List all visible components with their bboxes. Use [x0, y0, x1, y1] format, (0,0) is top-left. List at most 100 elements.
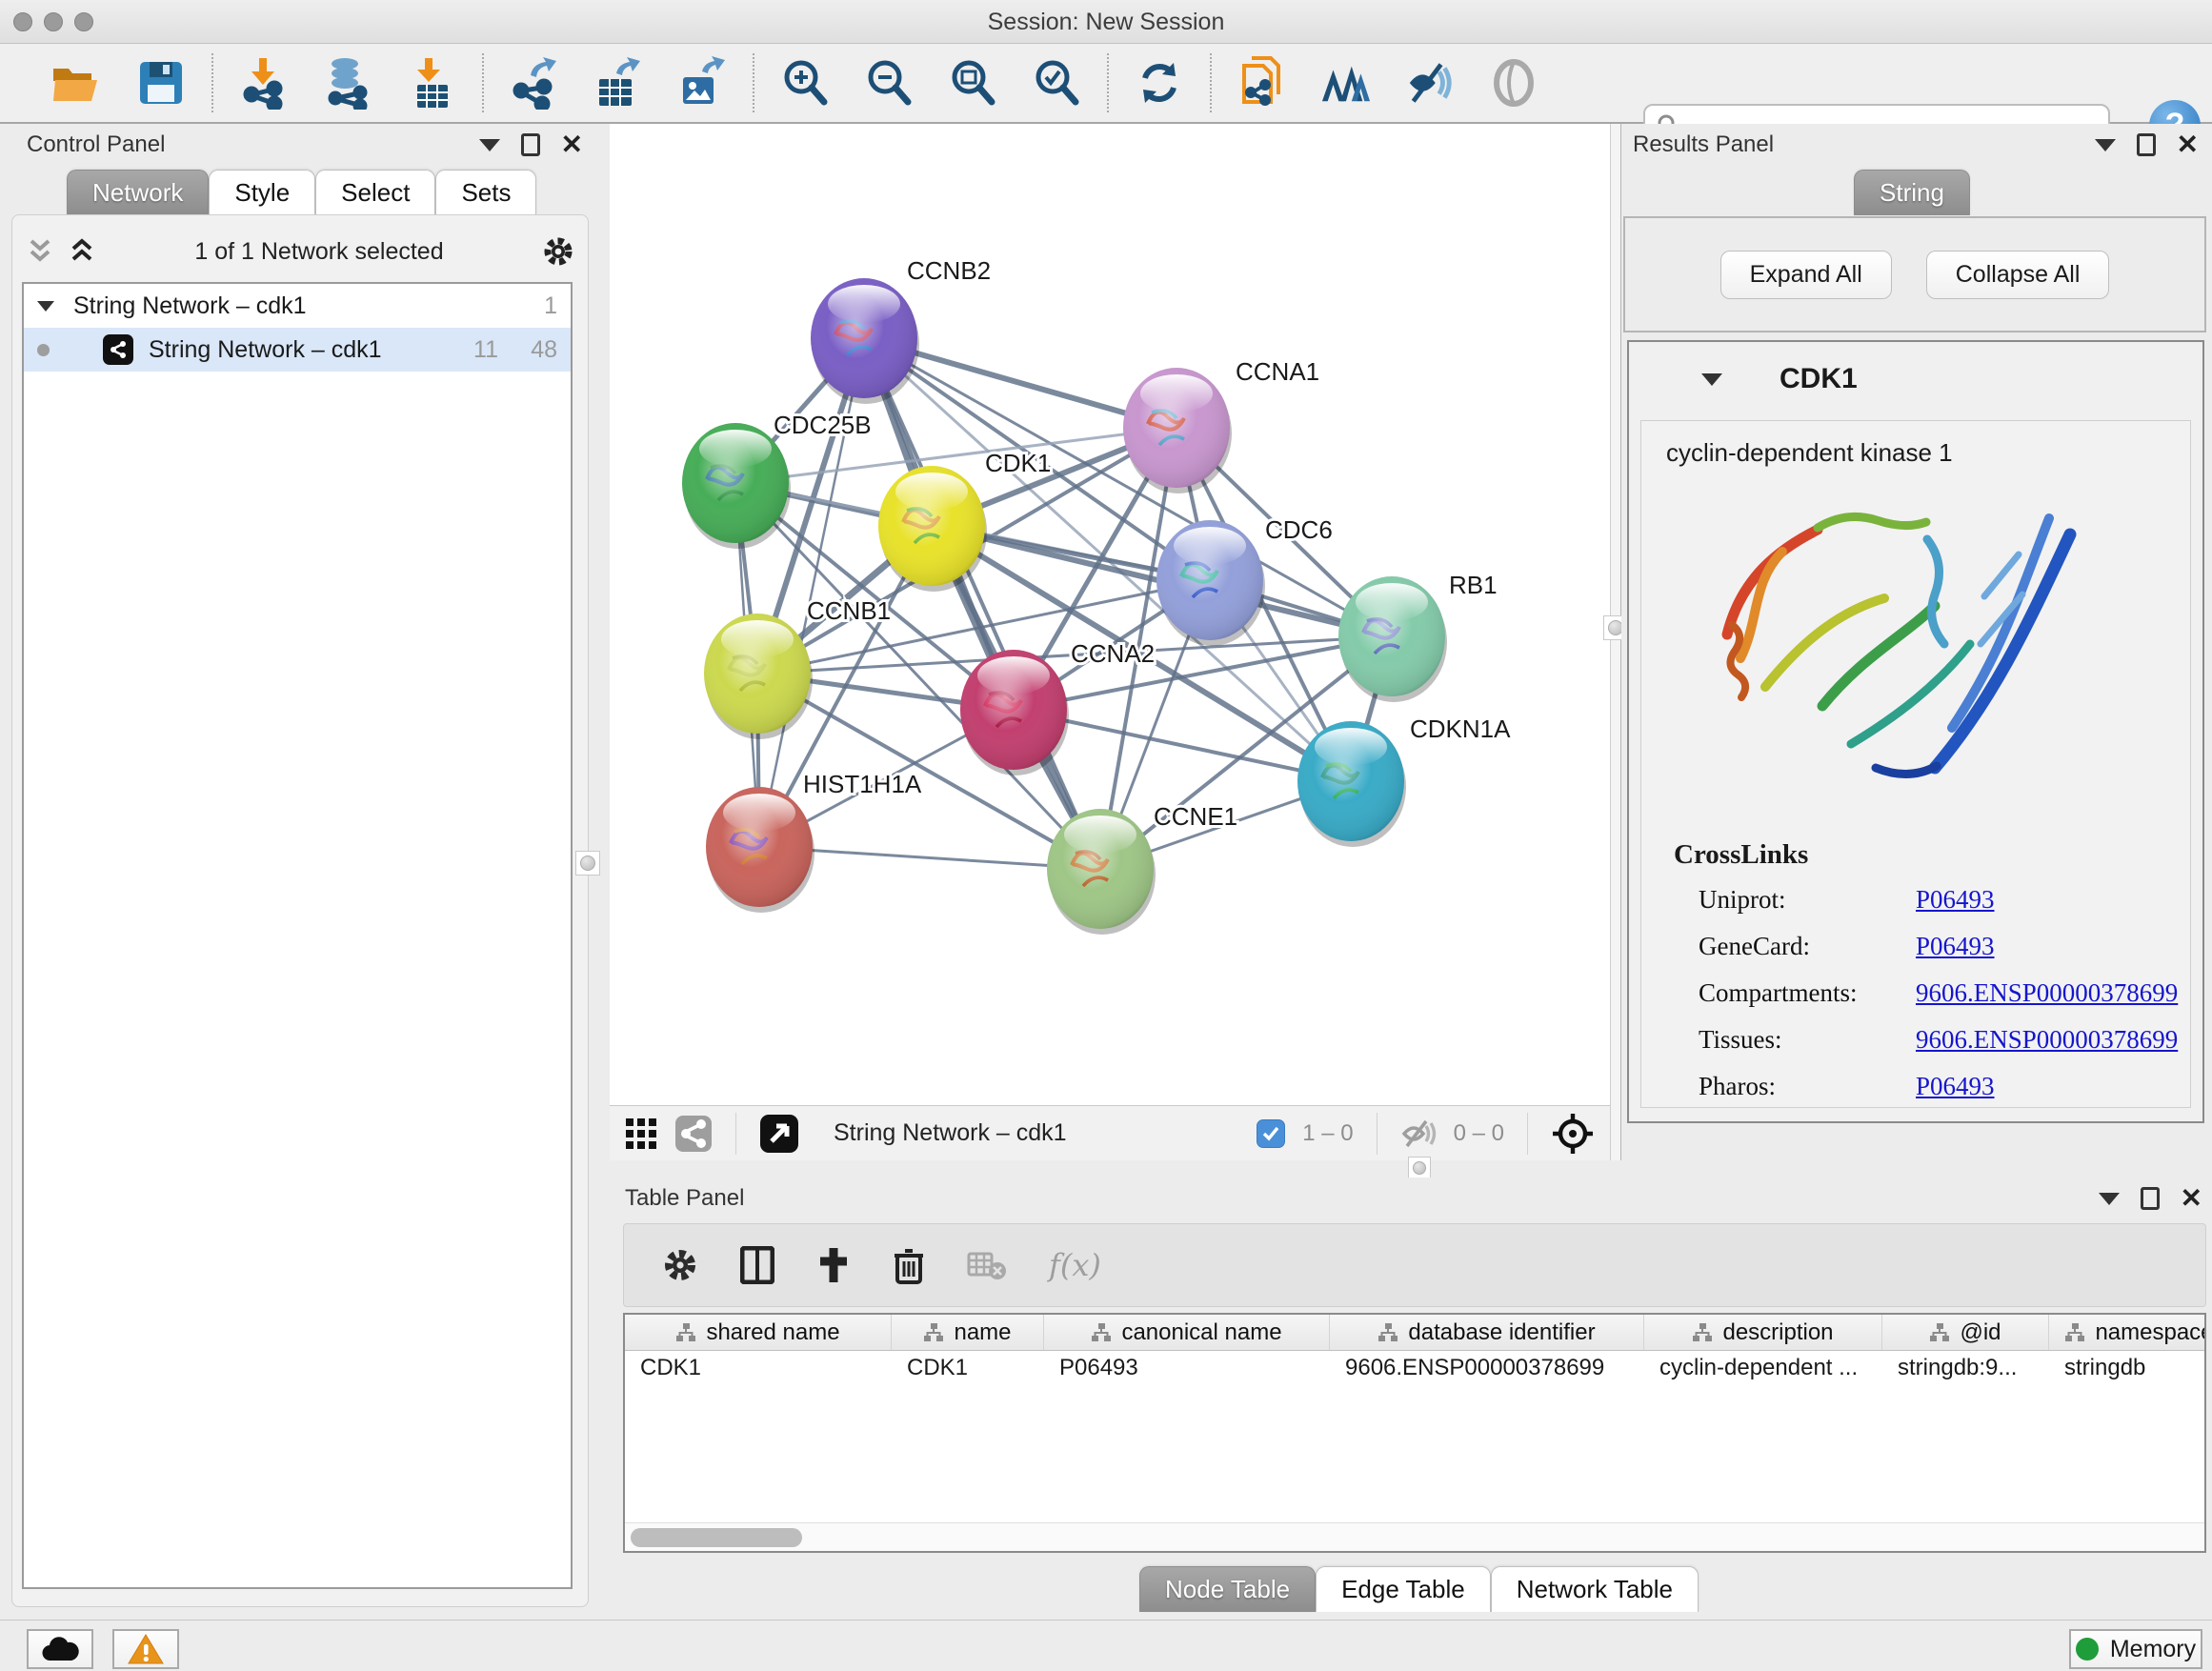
column-header--id[interactable]: @id — [1882, 1315, 2049, 1350]
delete-column-icon[interactable] — [893, 1246, 925, 1284]
show-columns-icon[interactable] — [740, 1246, 774, 1284]
save-session-icon[interactable] — [135, 57, 187, 109]
panel-menu-icon[interactable] — [479, 139, 500, 151]
collection-expand-icon[interactable] — [37, 301, 54, 312]
network-list: String Network – cdk1 1 String Network –… — [22, 282, 573, 1589]
node-HIST1H1A[interactable]: HIST1H1A — [706, 770, 922, 913]
node-CCNA2[interactable]: CCNA2 — [960, 639, 1155, 775]
column-header-database-identifier[interactable]: database identifier — [1330, 1315, 1644, 1350]
network-canvas[interactable]: CCNB2CCNA1CDC25BCDK1CDC6RB1CCNB1CCNA2CDK… — [610, 124, 1610, 1105]
zoom-in-icon[interactable] — [779, 57, 831, 109]
zoom-fit-icon[interactable] — [947, 57, 998, 109]
network-edge-count: 48 — [498, 336, 557, 364]
selected-nodes-checkbox[interactable] — [1257, 1119, 1285, 1148]
hscrollbar-thumb[interactable] — [631, 1528, 802, 1547]
table-hscrollbar[interactable] — [625, 1522, 2204, 1551]
collapse-all-icon[interactable] — [26, 237, 54, 266]
panel-float-icon[interactable] — [2141, 1187, 2160, 1210]
left-splitter-handle[interactable] — [575, 851, 600, 876]
network-row-selected[interactable]: String Network – cdk1 11 48 — [24, 328, 571, 372]
network-name: String Network – cdk1 — [149, 336, 439, 364]
cell-namespace[interactable]: stringdb — [2049, 1355, 2206, 1391]
tab-network[interactable]: Network — [67, 170, 209, 215]
panel-float-icon[interactable] — [521, 133, 540, 156]
section-collapse-icon[interactable] — [1701, 373, 1722, 386]
column-header-description[interactable]: description — [1644, 1315, 1882, 1350]
collapse-all-button[interactable]: Collapse All — [1926, 251, 2110, 299]
tab-select[interactable]: Select — [315, 170, 435, 215]
panel-close-icon[interactable]: ✕ — [2181, 1187, 2202, 1210]
cell--id[interactable]: stringdb:9... — [1882, 1355, 2049, 1391]
table-settings-gear-icon[interactable] — [662, 1247, 698, 1283]
canvas-results-divider[interactable] — [1610, 124, 1621, 1178]
export-network-icon[interactable] — [509, 57, 560, 109]
tab-edge-table[interactable]: Edge Table — [1316, 1566, 1491, 1612]
cell-description[interactable]: cyclin-dependent ... — [1644, 1355, 1882, 1391]
crosslink-link[interactable]: 9606.ENSP00000378699 — [1916, 978, 2178, 1008]
tab-network-table[interactable]: Network Table — [1491, 1566, 1699, 1612]
birdseye-toggle-icon[interactable] — [1551, 1112, 1595, 1156]
zoom-out-icon[interactable] — [863, 57, 915, 109]
crosslink-link[interactable]: P06493 — [1916, 1072, 1995, 1101]
node-CDK1[interactable]: CDK1 — [878, 449, 1051, 592]
string-style-icon[interactable] — [674, 1115, 713, 1153]
eye-icon[interactable] — [1488, 57, 1539, 109]
cell-database-identifier[interactable]: 9606.ENSP00000378699 — [1330, 1355, 1644, 1391]
column-header-namespace[interactable]: namespace — [2049, 1315, 2206, 1350]
crosslinks-list: Uniprot:P06493GeneCard:P06493Compartment… — [1641, 876, 2190, 1110]
clone-network-icon[interactable] — [1237, 57, 1288, 109]
horizontal-splitter-handle[interactable] — [1408, 1157, 1431, 1179]
table-row[interactable]: CDK1CDK1P064939606.ENSP00000378699cyclin… — [625, 1355, 2204, 1391]
node-CCNB2[interactable]: CCNB2 — [811, 256, 991, 404]
cell-shared-name[interactable]: CDK1 — [625, 1355, 892, 1391]
panel-float-icon[interactable] — [2137, 133, 2156, 156]
column-header-shared-name[interactable]: shared name — [625, 1315, 892, 1350]
memory-button[interactable]: Memory — [2069, 1629, 2202, 1669]
warnings-button[interactable] — [112, 1629, 179, 1669]
node-table[interactable]: shared namenamecanonical namedatabase id… — [623, 1313, 2206, 1553]
node-RB1[interactable]: RB1 — [1338, 571, 1498, 702]
birdseye-panels-icon[interactable] — [1320, 57, 1372, 109]
zoom-selected-icon[interactable] — [1031, 57, 1082, 109]
cell-name[interactable]: CDK1 — [892, 1355, 1044, 1391]
network-options-gear-icon[interactable] — [542, 235, 574, 268]
network-collection-row[interactable]: String Network – cdk1 1 — [24, 284, 571, 328]
add-column-icon[interactable] — [816, 1246, 851, 1284]
protein-structure-image — [1699, 482, 2099, 796]
panel-menu-icon[interactable] — [2095, 139, 2116, 151]
column-header-name[interactable]: name — [892, 1315, 1044, 1350]
crosslink-link[interactable]: 9606.ENSP00000378699 — [1916, 1025, 2178, 1055]
window-title: Session: New Session — [0, 9, 2212, 36]
export-image-icon[interactable] — [676, 57, 728, 109]
node-label-CCNE1: CCNE1 — [1154, 802, 1237, 831]
panel-close-icon[interactable]: ✕ — [561, 133, 583, 156]
node-CDC6[interactable]: CDC6 — [1156, 515, 1333, 646]
open-session-icon[interactable] — [51, 57, 103, 109]
export-table-icon[interactable] — [593, 57, 644, 109]
tab-string[interactable]: String — [1854, 170, 1970, 215]
open-in-window-icon[interactable] — [759, 1114, 799, 1154]
expand-all-icon[interactable] — [68, 237, 96, 266]
memory-label: Memory — [2110, 1636, 2196, 1663]
node-CDC25B[interactable]: CDC25B — [682, 411, 872, 549]
refresh-icon[interactable] — [1134, 57, 1185, 109]
network-view-title: String Network – cdk1 — [834, 1119, 1239, 1147]
hide-graphics-details-icon[interactable] — [1404, 57, 1456, 109]
node-CDKN1A[interactable]: CDKN1A — [1297, 715, 1511, 847]
crosslink-link[interactable]: P06493 — [1916, 932, 1995, 961]
tab-node-table[interactable]: Node Table — [1139, 1566, 1316, 1612]
import-network-database-icon[interactable] — [322, 57, 373, 109]
crosslink-link[interactable]: P06493 — [1916, 885, 1995, 915]
cell-canonical-name[interactable]: P06493 — [1044, 1355, 1330, 1391]
panel-close-icon[interactable]: ✕ — [2177, 133, 2199, 156]
import-network-file-icon[interactable] — [238, 57, 290, 109]
grid-view-icon[interactable] — [625, 1117, 657, 1150]
column-header-canonical-name[interactable]: canonical name — [1044, 1315, 1330, 1350]
import-table-icon[interactable] — [406, 57, 457, 109]
tab-style[interactable]: Style — [209, 170, 315, 215]
node-CCNE1[interactable]: CCNE1 — [1047, 802, 1237, 935]
tab-sets[interactable]: Sets — [435, 170, 536, 215]
cloud-button[interactable] — [27, 1629, 93, 1669]
expand-all-button[interactable]: Expand All — [1720, 251, 1892, 299]
panel-menu-icon[interactable] — [2099, 1193, 2120, 1205]
